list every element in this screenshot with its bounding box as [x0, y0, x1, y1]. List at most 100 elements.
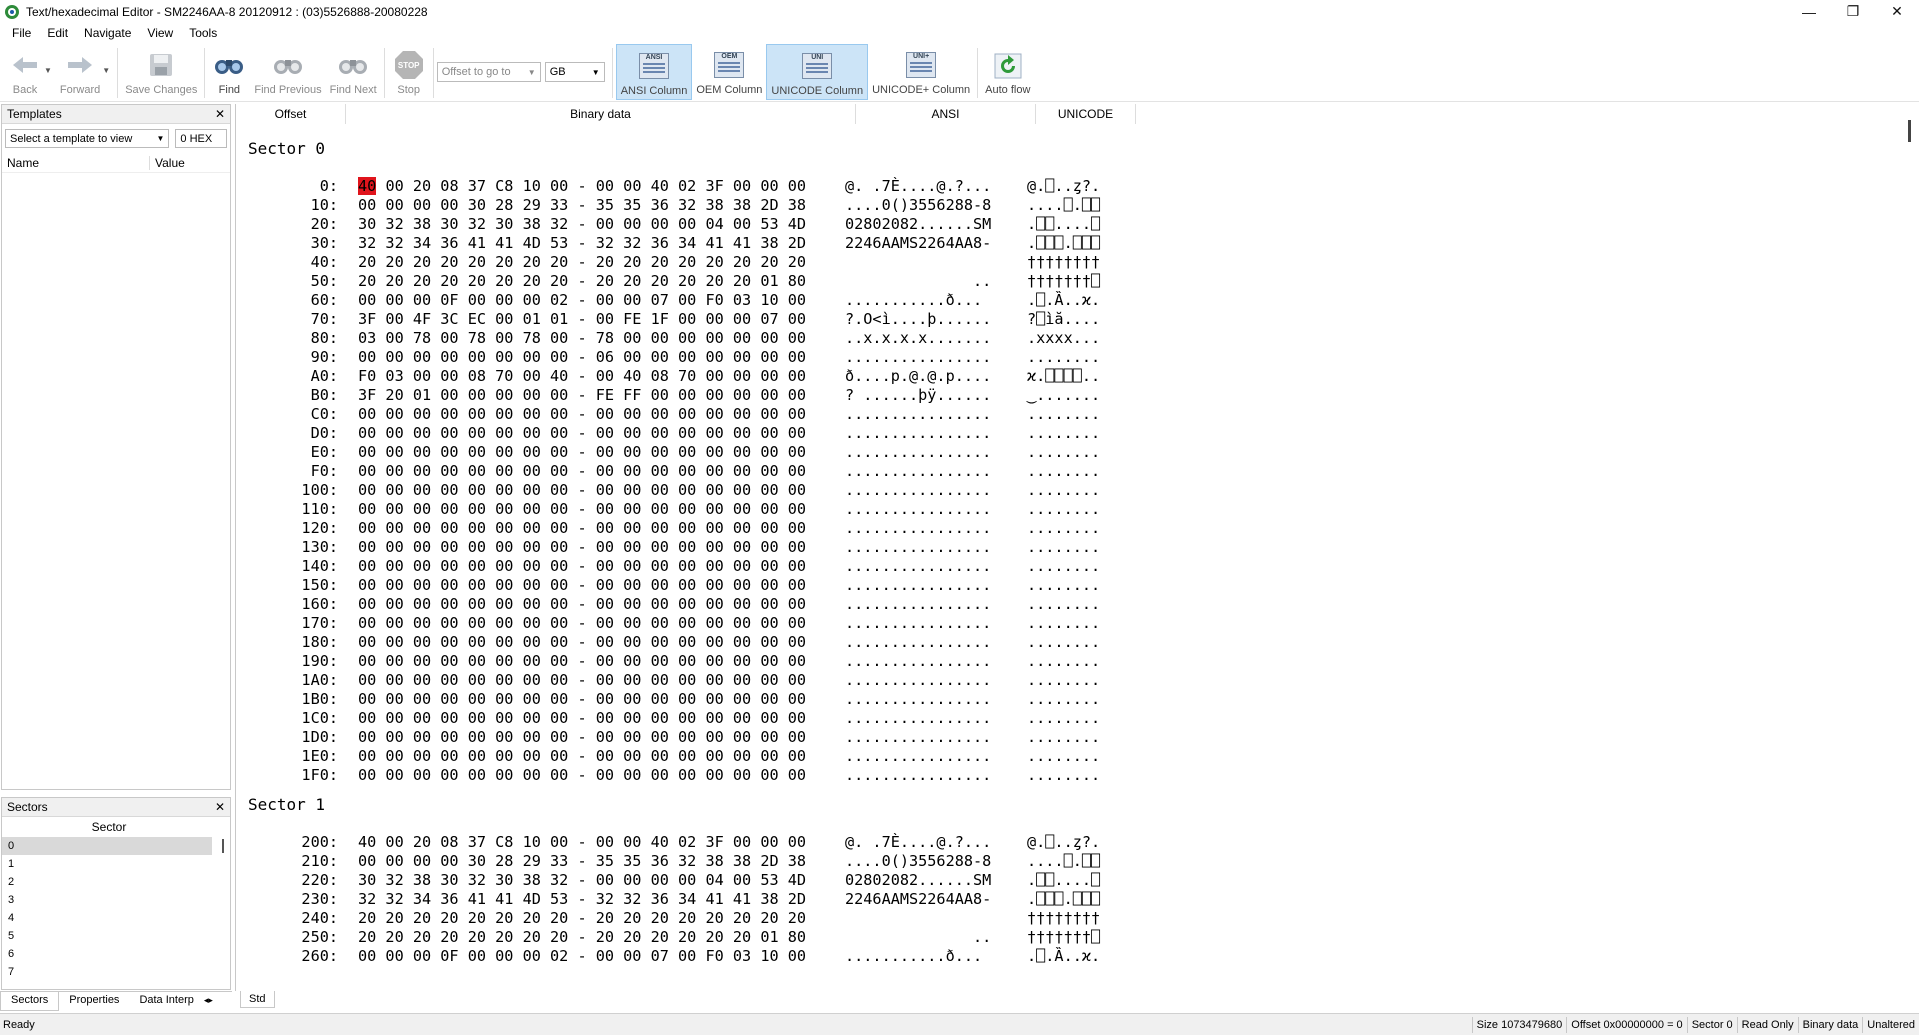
- hex-row[interactable]: F0: 00 00 00 00 00 00 00 00 - 00 00 00 00…: [236, 462, 1919, 481]
- row-unicode[interactable]: ....⎕.⎕⎕: [1007, 196, 1187, 215]
- row-unicode[interactable]: ‿.......: [1007, 386, 1187, 405]
- row-binary[interactable]: 20 20 20 20 20 20 20 20 - 20 20 20 20 20…: [338, 253, 825, 272]
- minimize-button[interactable]: —: [1787, 0, 1831, 23]
- hex-row[interactable]: 220: 30 32 38 30 32 30 38 32 - 00 00 00 0…: [236, 871, 1919, 890]
- row-unicode[interactable]: †††††††⎕: [1007, 928, 1187, 947]
- row-binary[interactable]: 00 00 00 00 30 28 29 33 - 35 35 36 32 38…: [338, 196, 825, 215]
- hex-row[interactable]: 1D0: 00 00 00 00 00 00 00 00 - 00 00 00 0…: [236, 728, 1919, 747]
- row-ansi[interactable]: [825, 253, 1007, 272]
- row-unicode[interactable]: .⎕⎕⎕.⎕⎕⎕: [1007, 890, 1187, 909]
- row-unicode[interactable]: ........: [1007, 519, 1187, 538]
- tab-data-interp[interactable]: Data Interp: [129, 992, 203, 1011]
- row-bytes[interactable]: 00 00 00 00 00 00 00 00 - 00 00 00 00 00…: [358, 690, 806, 708]
- hex-row[interactable]: 10: 00 00 00 00 30 28 29 33 - 35 35 36 32…: [236, 196, 1919, 215]
- row-binary[interactable]: 3F 00 4F 3C EC 00 01 01 - 00 FE 1F 00 00…: [338, 310, 825, 329]
- row-bytes[interactable]: 3F 00 4F 3C EC 00 01 01 - 00 FE 1F 00 00…: [358, 310, 806, 328]
- row-bytes[interactable]: 20 20 20 20 20 20 20 20 - 20 20 20 20 20…: [358, 909, 806, 927]
- menu-tools[interactable]: Tools: [181, 26, 225, 40]
- row-bytes[interactable]: 00 00 00 00 00 00 00 00 - 00 00 00 00 00…: [358, 709, 806, 727]
- row-ansi[interactable]: ?.O<ì....þ......: [825, 310, 1007, 329]
- header-ansi[interactable]: ANSI: [856, 104, 1036, 124]
- row-binary[interactable]: 00 00 00 00 00 00 00 00 - 00 00 00 00 00…: [338, 595, 825, 614]
- sector-item[interactable]: 4: [2, 909, 212, 927]
- ansi-column-toggle[interactable]: ANSI ANSI Column: [615, 44, 693, 100]
- row-bytes[interactable]: 00 00 00 00 00 00 00 00 - 00 00 00 00 00…: [358, 747, 806, 765]
- row-bytes[interactable]: 00 00 00 00 00 00 00 00 - 00 00 00 00 00…: [358, 576, 806, 594]
- row-bytes[interactable]: 32 32 34 36 41 41 4D 53 - 32 32 36 34 41…: [358, 234, 806, 252]
- row-ansi[interactable]: ................: [825, 671, 1007, 690]
- close-icon[interactable]: ✕: [215, 107, 225, 121]
- row-unicode[interactable]: ........: [1007, 652, 1187, 671]
- column-name[interactable]: Name: [2, 155, 150, 170]
- row-bytes[interactable]: 00 00 00 00 30 28 29 33 - 35 35 36 32 38…: [358, 852, 806, 870]
- row-unicode[interactable]: ?⎕ìă....: [1007, 310, 1187, 329]
- row-ansi[interactable]: ..x.x.x.x.......: [825, 329, 1007, 348]
- column-value[interactable]: Value: [150, 156, 185, 170]
- hex-row[interactable]: 120: 00 00 00 00 00 00 00 00 - 00 00 00 0…: [236, 519, 1919, 538]
- row-binary[interactable]: 00 00 00 0F 00 00 00 02 - 00 00 07 00 F0…: [338, 947, 825, 966]
- sector-item[interactable]: 2: [2, 873, 212, 891]
- row-ansi[interactable]: ................: [825, 595, 1007, 614]
- header-binary[interactable]: Binary data: [346, 104, 856, 124]
- template-offset-field[interactable]: 0 HEX: [175, 129, 227, 148]
- row-ansi[interactable]: ................: [825, 557, 1007, 576]
- row-binary[interactable]: 00 00 00 00 00 00 00 00 - 00 00 00 00 00…: [338, 766, 825, 785]
- hex-scrollbar[interactable]: [1908, 120, 1911, 142]
- hex-row[interactable]: 190: 00 00 00 00 00 00 00 00 - 00 00 00 0…: [236, 652, 1919, 671]
- hex-row[interactable]: B0: 3F 20 01 00 00 00 00 00 - FE FF 00 00…: [236, 386, 1919, 405]
- row-bytes[interactable]: 3F 20 01 00 00 00 00 00 - FE FF 00 00 00…: [358, 386, 806, 404]
- row-binary[interactable]: 00 00 00 00 00 00 00 00 - 06 00 00 00 00…: [338, 348, 825, 367]
- row-bytes[interactable]: 00 00 00 00 00 00 00 00 - 00 00 00 00 00…: [358, 595, 806, 613]
- row-binary[interactable]: 30 32 38 30 32 30 38 32 - 00 00 00 00 04…: [338, 871, 825, 890]
- row-bytes[interactable]: 00 00 00 00 00 00 00 00 - 00 00 00 00 00…: [358, 538, 806, 556]
- row-unicode[interactable]: .⎕⎕....⎕: [1007, 215, 1187, 234]
- find-previous-button[interactable]: Find Previous: [250, 44, 325, 100]
- hex-row[interactable]: 250: 20 20 20 20 20 20 20 20 - 20 20 20 2…: [236, 928, 1919, 947]
- row-unicode[interactable]: ........: [1007, 462, 1187, 481]
- sector-item[interactable]: 7: [2, 963, 212, 981]
- stop-button[interactable]: STOP Stop: [388, 44, 430, 100]
- row-unicode[interactable]: @.⎕..ȥ?.: [1007, 177, 1187, 196]
- row-binary[interactable]: 00 00 00 00 00 00 00 00 - 00 00 00 00 00…: [338, 614, 825, 633]
- row-ansi[interactable]: ................: [825, 424, 1007, 443]
- row-bytes[interactable]: 00 00 00 0F 00 00 00 02 - 00 00 07 00 F0…: [358, 947, 806, 965]
- row-bytes[interactable]: 40 00 20 08 37 C8 10 00 - 00 00 40 02 3F…: [358, 833, 806, 851]
- hex-row[interactable]: 30: 32 32 34 36 41 41 4D 53 - 32 32 36 34…: [236, 234, 1919, 253]
- sector-item[interactable]: 1: [2, 855, 212, 873]
- row-binary[interactable]: 00 00 00 00 00 00 00 00 - 00 00 00 00 00…: [338, 690, 825, 709]
- row-bytes[interactable]: 03 00 78 00 78 00 78 00 - 78 00 00 00 00…: [358, 329, 806, 347]
- row-binary[interactable]: 20 20 20 20 20 20 20 20 - 20 20 20 20 20…: [338, 928, 825, 947]
- row-bytes[interactable]: 00 00 00 00 30 28 29 33 - 35 35 36 32 38…: [358, 196, 806, 214]
- hex-row[interactable]: E0: 00 00 00 00 00 00 00 00 - 00 00 00 00…: [236, 443, 1919, 462]
- row-binary[interactable]: 00 00 00 00 30 28 29 33 - 35 35 36 32 38…: [338, 852, 825, 871]
- save-changes-button[interactable]: Save Changes: [121, 44, 201, 100]
- hex-row[interactable]: 1F0: 00 00 00 00 00 00 00 00 - 00 00 00 0…: [236, 766, 1919, 785]
- template-select[interactable]: Select a template to view ▼: [5, 129, 170, 148]
- hex-row[interactable]: D0: 00 00 00 00 00 00 00 00 - 00 00 00 00…: [236, 424, 1919, 443]
- row-bytes[interactable]: 00 20 08 37 C8 10 00 - 00 00 40 02 3F 00…: [376, 177, 806, 195]
- row-ansi[interactable]: ð....p.@.@.p....: [825, 367, 1007, 386]
- row-ansi[interactable]: 2246AAMS2264AA8-: [825, 890, 1007, 909]
- hex-row[interactable]: 180: 00 00 00 00 00 00 00 00 - 00 00 00 0…: [236, 633, 1919, 652]
- sector-item[interactable]: 0: [2, 837, 212, 855]
- row-binary[interactable]: 00 00 00 00 00 00 00 00 - 00 00 00 00 00…: [338, 519, 825, 538]
- hex-row[interactable]: 20: 30 32 38 30 32 30 38 32 - 00 00 00 00…: [236, 215, 1919, 234]
- row-bytes[interactable]: F0 03 00 00 08 70 00 40 - 00 40 08 70 00…: [358, 367, 806, 385]
- row-binary[interactable]: 00 00 00 0F 00 00 00 02 - 00 00 07 00 F0…: [338, 291, 825, 310]
- row-binary[interactable]: 00 00 00 00 00 00 00 00 - 00 00 00 00 00…: [338, 500, 825, 519]
- menu-file[interactable]: File: [4, 26, 39, 40]
- row-ansi[interactable]: ................: [825, 633, 1007, 652]
- row-bytes[interactable]: 30 32 38 30 32 30 38 32 - 00 00 00 00 04…: [358, 871, 806, 889]
- header-unicode[interactable]: UNICODE: [1036, 104, 1136, 124]
- row-unicode[interactable]: .⎕⎕....⎕: [1007, 871, 1187, 890]
- row-unicode[interactable]: ........: [1007, 557, 1187, 576]
- tab-sectors[interactable]: Sectors: [0, 992, 60, 1011]
- row-unicode[interactable]: ........: [1007, 595, 1187, 614]
- row-bytes[interactable]: 00 00 00 0F 00 00 00 02 - 00 00 07 00 F0…: [358, 291, 806, 309]
- row-unicode[interactable]: .⎕.Ȁ..ϰ.: [1007, 291, 1187, 310]
- hex-row[interactable]: 200: 40 00 20 08 37 C8 10 00 - 00 00 40 0…: [236, 833, 1919, 852]
- hex-row[interactable]: 160: 00 00 00 00 00 00 00 00 - 00 00 00 0…: [236, 595, 1919, 614]
- row-ansi[interactable]: ................: [825, 519, 1007, 538]
- hex-row[interactable]: 130: 00 00 00 00 00 00 00 00 - 00 00 00 0…: [236, 538, 1919, 557]
- header-offset[interactable]: Offset: [236, 104, 346, 124]
